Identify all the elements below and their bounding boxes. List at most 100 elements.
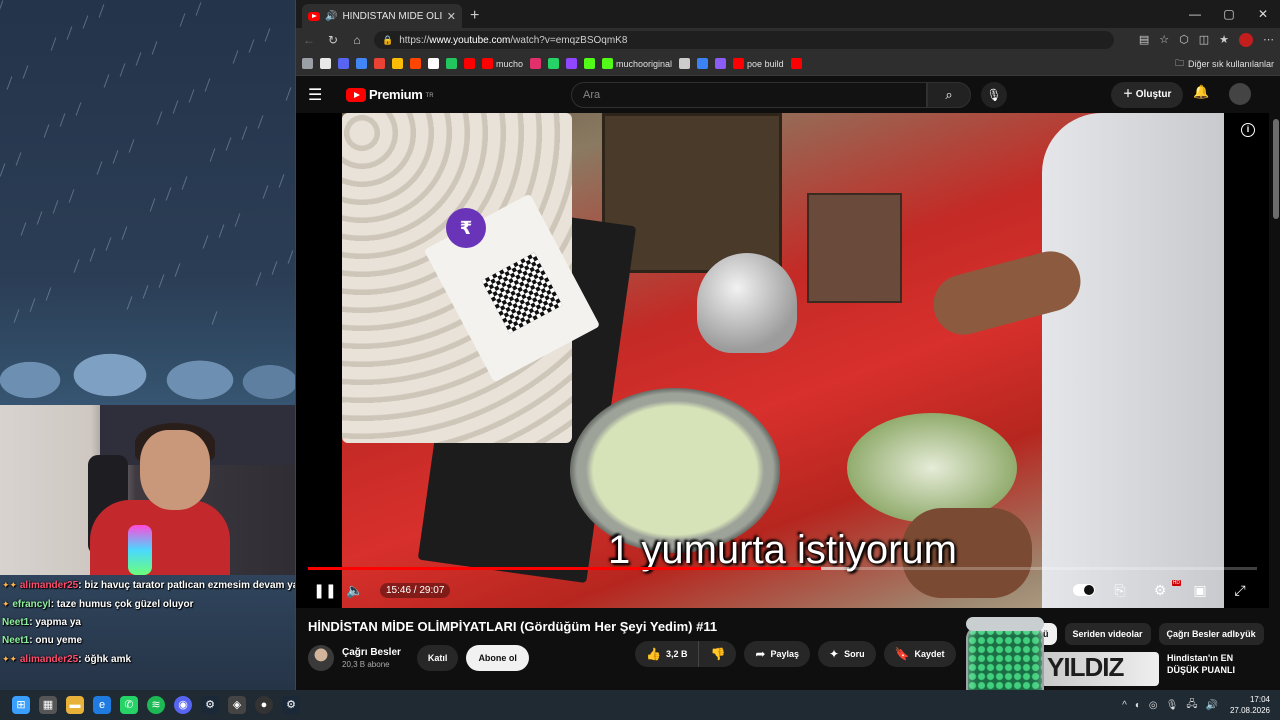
dislike-button[interactable]: 👎 — [699, 641, 737, 667]
speaker-icon[interactable]: 🔊 — [325, 11, 337, 22]
bookmark-item[interactable] — [320, 58, 331, 69]
autoplay-toggle[interactable] — [1073, 584, 1095, 596]
bookmark-item[interactable]: poe build — [733, 58, 784, 69]
app-icon[interactable]: ◈ — [228, 696, 246, 714]
other-favorites-folder[interactable]: 🗀 Diğer sık kullanılanlar — [1175, 56, 1274, 72]
recommended-video[interactable]: YILDIZ Hindistan'ın EN DÜŞÜK PUANLI — [1041, 652, 1247, 686]
search-button[interactable]: ⌕ — [927, 82, 971, 108]
volume-icon[interactable]: 🔈 — [340, 582, 370, 599]
page-scrollbar[interactable] — [1273, 113, 1279, 690]
discord-icon[interactable]: ◉ — [174, 696, 192, 714]
obs-icon[interactable]: ● — [255, 696, 273, 714]
channel-name[interactable]: Çağrı Besler — [342, 647, 401, 658]
back-arrow-icon[interactable]: ← — [302, 33, 316, 47]
save-button[interactable]: 🔖 Kaydet — [883, 641, 956, 667]
bookmark-item[interactable]: muchooriginal — [602, 58, 672, 69]
edge-browser-icon[interactable]: e — [93, 696, 111, 714]
settings-gear-icon[interactable]: ⚙ — [1145, 579, 1181, 599]
edge-tray-icon[interactable]: ◐ — [1135, 700, 1141, 711]
bookmark-item[interactable] — [584, 58, 596, 69]
bookmark-item[interactable] — [697, 58, 709, 69]
scrollbar-thumb[interactable] — [1273, 119, 1279, 219]
bookmark-item[interactable] — [548, 58, 560, 69]
bookmark-item[interactable] — [302, 58, 313, 69]
bookmark-item[interactable]: mucho — [482, 58, 523, 69]
url-text[interactable]: https://www.youtube.com/watch?v=emqzBSOq… — [399, 35, 627, 46]
profile-avatar[interactable] — [1239, 33, 1253, 47]
youtube-logo[interactable]: Premium TR — [346, 87, 434, 102]
minimize-button[interactable]: — — [1178, 0, 1212, 28]
network-icon[interactable]: 🖧 — [1186, 697, 1197, 714]
bookmark-item[interactable] — [410, 58, 421, 69]
share-button[interactable]: ➦ Paylaş — [744, 641, 811, 667]
ask-button[interactable]: ✦ Soru — [818, 641, 876, 667]
miniplayer-icon[interactable]: ▣ — [1185, 582, 1215, 599]
microphone-tray-icon[interactable]: 🎙 — [1166, 700, 1179, 711]
like-button[interactable]: 👍 3,2 B — [635, 641, 700, 667]
windows-start-icon[interactable]: ⊞ — [12, 696, 30, 714]
clock[interactable]: 17:04 27.08.2026 — [1230, 694, 1270, 716]
bookmark-item[interactable] — [374, 58, 385, 69]
youtube-page: ☰ Premium TR Ara ⌕ 🎙 ＋ Oluştur 🔔 ₹ 1 yum… — [296, 76, 1280, 690]
hamburger-menu-icon[interactable]: ☰ — [308, 85, 332, 105]
rain-streak — [225, 137, 232, 151]
subtitles-icon[interactable]: ⎘ — [1105, 582, 1135, 599]
account-avatar[interactable] — [1229, 83, 1251, 105]
video-player[interactable]: ₹ 1 yumurta istiyorum i ❚❚ 🔈 15:46 / 29:… — [296, 113, 1269, 608]
steam-tray-icon[interactable]: ◎ — [1149, 700, 1158, 711]
fullscreen-icon[interactable]: ⤢ — [1225, 582, 1255, 599]
chevron-up-icon[interactable]: ^ — [1122, 700, 1127, 711]
progress-bar[interactable] — [308, 567, 1257, 570]
file-explorer-icon[interactable]: ▬ — [66, 696, 84, 714]
search-input[interactable]: Ara — [571, 82, 927, 108]
bookmark-item[interactable] — [392, 58, 403, 69]
rain-streak — [112, 150, 119, 164]
subscribe-button[interactable]: Abone ol — [466, 645, 529, 671]
volume-tray-icon[interactable]: 🔊 — [1206, 700, 1218, 711]
close-window-button[interactable]: ✕ — [1246, 0, 1280, 28]
menu-dots-icon[interactable]: ⋯ — [1263, 33, 1274, 47]
bookmark-item[interactable] — [356, 58, 367, 69]
channel-avatar[interactable] — [308, 645, 334, 671]
chip-channel-uploads[interactable]: Çağrı Besler adlı yük — [1158, 623, 1264, 645]
whatsapp-icon[interactable]: ✆ — [120, 696, 138, 714]
chip-series[interactable]: Seriden videolar — [1064, 623, 1151, 645]
split-screen-icon[interactable]: ◫ — [1199, 33, 1209, 47]
info-icon[interactable]: i — [1241, 123, 1255, 137]
chevron-right-icon[interactable]: › — [1236, 627, 1240, 641]
bookmark-item[interactable] — [715, 58, 727, 69]
bookmark-item[interactable] — [446, 58, 457, 69]
notifications-bell-icon[interactable]: 🔔 — [1193, 84, 1209, 100]
create-button[interactable]: ＋ Oluştur — [1111, 82, 1184, 108]
chat-message: ✦✦ alimander25: öğhk amk — [2, 654, 132, 665]
new-tab-button[interactable]: + — [470, 7, 479, 25]
steam-icon[interactable]: ⚙ — [201, 696, 219, 714]
reader-mode-icon[interactable]: ▤ — [1139, 33, 1149, 47]
extensions-icon[interactable]: ⬡ — [1179, 33, 1189, 47]
bookmark-item[interactable] — [790, 58, 802, 69]
maximize-button[interactable]: ▢ — [1212, 0, 1246, 28]
address-bar[interactable]: 🔒 https://www.youtube.com/watch?v=emqzBS… — [374, 31, 1114, 49]
home-icon[interactable]: ⌂ — [350, 33, 364, 47]
bookmark-item[interactable] — [566, 58, 578, 69]
recommended-thumbnail[interactable]: YILDIZ — [1041, 652, 1159, 686]
join-button[interactable]: Katıl — [416, 645, 459, 671]
bookmark-item[interactable] — [679, 58, 691, 69]
bookmark-item[interactable] — [464, 58, 475, 69]
bookmark-item[interactable] — [338, 58, 349, 69]
bookmark-item[interactable] — [530, 58, 542, 69]
voice-search-button[interactable]: 🎙 — [981, 82, 1007, 108]
bookmark-item[interactable] — [428, 58, 439, 69]
steam-client-icon[interactable]: ⚙ — [282, 696, 300, 714]
pause-icon[interactable]: ❚❚ — [310, 582, 340, 599]
lock-icon[interactable]: 🔒 — [382, 35, 393, 46]
bookmark-favicon-icon — [530, 58, 542, 69]
spotify-icon[interactable]: ≋ — [147, 696, 165, 714]
task-view-icon[interactable]: ▦ — [39, 696, 57, 714]
favorite-star-icon[interactable]: ☆ — [1159, 33, 1169, 47]
recommended-title[interactable]: Hindistan'ın EN DÜŞÜK PUANLI — [1167, 652, 1247, 686]
tab-close-icon[interactable]: ✕ — [447, 10, 456, 23]
favorites-icon[interactable]: ★ — [1219, 33, 1229, 47]
tab-youtube[interactable]: 🔊 HİNDİSTAN MİDE OLİMPİYATI ✕ — [302, 4, 462, 28]
reload-icon[interactable]: ↻ — [326, 33, 340, 47]
